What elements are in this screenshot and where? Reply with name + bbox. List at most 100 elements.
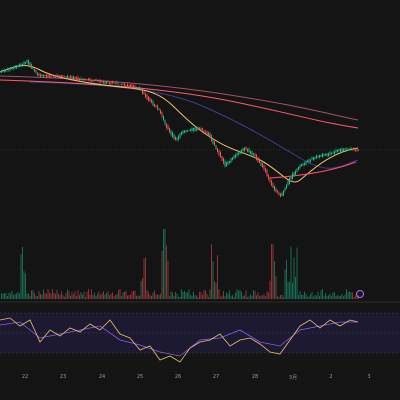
candle-body bbox=[289, 177, 290, 184]
candle-body bbox=[143, 91, 145, 95]
volume-bar bbox=[119, 289, 121, 299]
candle-body bbox=[241, 149, 242, 154]
volume-bar bbox=[104, 294, 106, 299]
candle-body bbox=[20, 63, 22, 67]
chart-canvas[interactable] bbox=[0, 0, 400, 400]
volume-bar bbox=[241, 291, 242, 299]
candle-body bbox=[317, 155, 319, 158]
candle-body bbox=[328, 153, 329, 157]
candle-body bbox=[251, 151, 253, 156]
candle-body bbox=[352, 149, 353, 150]
volume-bar bbox=[331, 295, 332, 299]
x-axis: 22 23 24 25 26 27 28 3月 2 3 bbox=[0, 374, 400, 384]
candle-body bbox=[344, 148, 346, 151]
candle-body bbox=[247, 148, 248, 152]
candle-body bbox=[260, 162, 262, 167]
volume-bar bbox=[299, 291, 301, 299]
candle-body bbox=[67, 75, 68, 79]
candle-body bbox=[88, 77, 89, 81]
candle-body bbox=[302, 163, 304, 166]
volume-bar bbox=[13, 295, 14, 299]
volume-bar bbox=[122, 292, 124, 299]
volume-bar bbox=[242, 295, 244, 299]
volume-bar bbox=[80, 292, 82, 299]
candle-body bbox=[94, 79, 95, 81]
x-label-1: 23 bbox=[59, 374, 67, 380]
pane-settings-icon[interactable] bbox=[356, 290, 364, 298]
volume-bar bbox=[163, 229, 164, 299]
candle-body bbox=[56, 74, 58, 77]
volume-bar bbox=[143, 258, 145, 299]
candle-body bbox=[250, 150, 251, 155]
volume-bar bbox=[178, 296, 179, 299]
candle-body bbox=[256, 154, 257, 161]
volume-bar bbox=[304, 291, 305, 299]
volume-bar bbox=[236, 289, 238, 299]
candle-body bbox=[275, 188, 277, 193]
volume-bar bbox=[170, 291, 172, 299]
candle-body bbox=[299, 165, 301, 169]
candle-body bbox=[226, 162, 227, 167]
volume-bar bbox=[316, 295, 317, 299]
volume-bar bbox=[352, 292, 353, 299]
candle-body bbox=[158, 108, 160, 111]
volume-bar bbox=[313, 296, 314, 299]
volume-bar bbox=[44, 293, 46, 299]
volume-bar bbox=[67, 289, 68, 299]
volume-bar bbox=[205, 290, 206, 299]
volume-bar bbox=[286, 259, 287, 299]
candle-body bbox=[53, 75, 55, 78]
volume-bar bbox=[25, 273, 26, 299]
volume-bar bbox=[176, 293, 178, 299]
candle-body bbox=[326, 153, 328, 157]
candle-body bbox=[178, 135, 179, 140]
volume-bar bbox=[191, 296, 193, 299]
candle-body bbox=[38, 73, 40, 77]
candle-body bbox=[254, 153, 256, 157]
trading-chart-window: { "ohlc": { "open_partial": "4.30", "hig… bbox=[0, 0, 400, 400]
candle-body bbox=[194, 127, 196, 132]
candle-body bbox=[266, 169, 268, 177]
candle-body bbox=[164, 119, 166, 125]
candle-body bbox=[137, 86, 139, 89]
candle-body bbox=[160, 109, 161, 114]
x-label-2: 24 bbox=[98, 374, 106, 380]
volume-bar bbox=[337, 294, 338, 299]
candle-body bbox=[245, 146, 247, 150]
volume-bar bbox=[116, 293, 118, 299]
candle-body bbox=[202, 128, 203, 131]
volume-bar bbox=[1, 293, 2, 299]
candle-body bbox=[262, 163, 263, 168]
volume-bar bbox=[73, 294, 74, 299]
candle-body bbox=[323, 154, 325, 157]
volume-bar bbox=[263, 294, 265, 299]
volume-bar bbox=[53, 292, 55, 299]
candle-body bbox=[65, 76, 67, 78]
volume-bar bbox=[215, 283, 217, 299]
volume-bar bbox=[262, 295, 263, 299]
candle-body bbox=[197, 127, 199, 130]
volume-bar bbox=[100, 294, 101, 299]
volume-bar bbox=[281, 294, 283, 299]
volume-bar bbox=[110, 293, 112, 299]
candle-body bbox=[46, 74, 47, 77]
candle-body bbox=[80, 78, 82, 80]
candle-body bbox=[8, 68, 10, 72]
volume-bar bbox=[266, 291, 268, 299]
candle-body bbox=[77, 76, 79, 81]
volume-bar bbox=[269, 280, 271, 299]
volume-bar bbox=[179, 296, 181, 299]
volume-bar bbox=[254, 290, 256, 299]
candle-body bbox=[29, 62, 31, 68]
volume-bar bbox=[52, 289, 53, 299]
candle-body bbox=[322, 153, 323, 158]
candle-body bbox=[89, 78, 91, 82]
candle-body bbox=[242, 148, 244, 152]
volume-bar bbox=[113, 296, 115, 299]
candle-body bbox=[170, 130, 172, 136]
candle-body bbox=[10, 67, 11, 70]
candle-body bbox=[220, 151, 221, 158]
candle-body bbox=[191, 127, 193, 132]
volume-bar bbox=[109, 295, 110, 299]
volume-bar bbox=[161, 250, 163, 299]
